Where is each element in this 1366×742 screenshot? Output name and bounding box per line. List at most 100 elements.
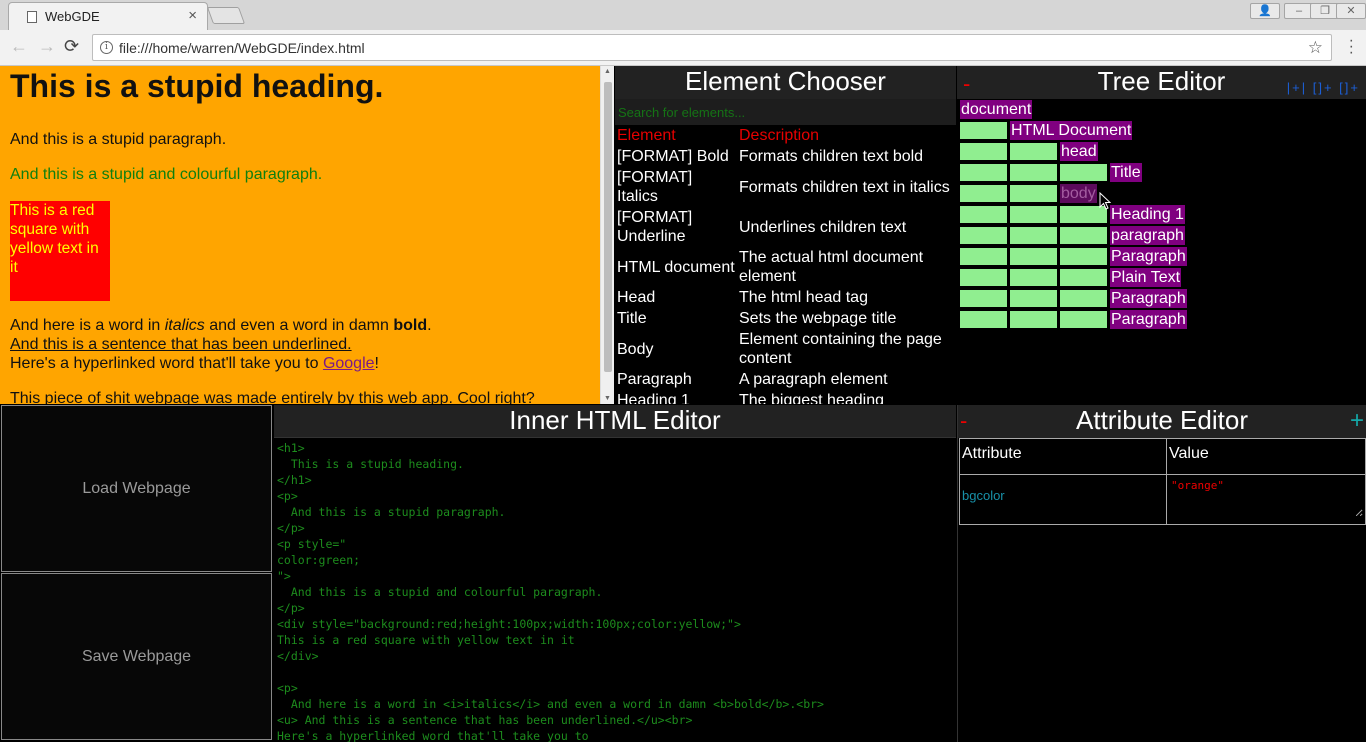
restore-icon: ❐: [1320, 5, 1330, 17]
tree-node-row[interactable]: body: [960, 183, 1366, 204]
preview-underlined: And this is a sentence that has been und…: [10, 336, 352, 353]
attribute-editor-panel: - Attribute Editor + Attribute Value bgc…: [957, 405, 1366, 742]
tree-node-label[interactable]: Title: [1110, 163, 1142, 182]
tree-node-label[interactable]: Paragraph: [1110, 310, 1187, 329]
tree-indent-block: [960, 269, 1007, 286]
close-window-button[interactable]: ✕: [1336, 3, 1366, 19]
element-row[interactable]: HTML document The actual html document el…: [615, 247, 956, 287]
tree-indent-block: [960, 206, 1007, 223]
back-button[interactable]: ←: [10, 36, 28, 57]
browser-tab[interactable]: WebGDE ×: [8, 2, 208, 31]
element-row[interactable]: Body Element containing the page content: [615, 329, 956, 369]
tree-indent-block: [1010, 269, 1057, 286]
preview-link-line: Here's a hyperlinked word that'll take y…: [10, 354, 600, 373]
element-row[interactable]: [FORMAT] Underline Underlines children te…: [615, 207, 956, 247]
bookmark-star-icon[interactable]: ☆: [1308, 38, 1323, 58]
tree-indent-block: [960, 227, 1007, 244]
preview-paragraph: And this is a stupid paragraph.: [10, 131, 227, 148]
tree-indent-block: [1060, 248, 1107, 265]
scroll-up-icon[interactable]: ▲: [604, 68, 611, 75]
reload-button[interactable]: ⟳: [64, 36, 79, 57]
tree-node-row[interactable]: head: [960, 141, 1366, 162]
text-segment: !: [374, 355, 379, 372]
tree-indent-block: [1060, 290, 1107, 307]
element-name: Title: [617, 310, 647, 327]
element-row[interactable]: Head The html head tag: [615, 287, 956, 308]
text-segment: .: [427, 317, 432, 334]
tab-strip: WebGDE × 👤 – ❐ ✕: [0, 0, 1366, 31]
scroll-thumb[interactable]: [604, 82, 612, 372]
tree-indent-block: [960, 143, 1007, 160]
add-attribute-button[interactable]: +: [1350, 405, 1364, 436]
tree-root-row[interactable]: document: [960, 99, 1366, 120]
tree-indent-block: [960, 185, 1007, 202]
tree-node-label[interactable]: head: [1060, 142, 1098, 161]
browser-menu-icon[interactable]: · · ·: [1349, 33, 1354, 61]
element-row[interactable]: [FORMAT] Bold Formats children text bold: [615, 146, 956, 167]
element-description: Element containing the page content: [739, 331, 942, 367]
url-text[interactable]: file:///home/warren/WebGDE/index.html: [119, 40, 365, 56]
tree-body: document HTML Document head Title body Headi…: [957, 99, 1366, 330]
tree-node-row[interactable]: Title: [960, 162, 1366, 183]
tree-node-row[interactable]: HTML Document: [960, 120, 1366, 141]
tree-node-row[interactable]: paragraph: [960, 225, 1366, 246]
element-row[interactable]: Paragraph A paragraph element: [615, 369, 956, 390]
attribute-value-input[interactable]: "orange": [1169, 477, 1363, 517]
google-link[interactable]: Google: [323, 355, 375, 372]
element-description: Formats children text in italics: [739, 178, 950, 196]
tree-node-label[interactable]: body: [1060, 184, 1097, 203]
save-webpage-button[interactable]: Save Webpage: [1, 573, 272, 740]
tree-indent-block: [1010, 290, 1057, 307]
tree-indent-block: [960, 290, 1007, 307]
attribute-value-cell: "orange": [1166, 474, 1366, 525]
attribute-name[interactable]: bgcolor: [959, 474, 1167, 525]
element-description: Sets the webpage title: [739, 310, 897, 327]
address-bar[interactable]: i file:///home/warren/WebGDE/index.html …: [92, 34, 1332, 61]
element-description: Formats children text bold: [739, 148, 924, 165]
tree-node-label[interactable]: paragraph: [1110, 226, 1185, 245]
tree-indent-block: [1010, 206, 1057, 223]
tree-node-row[interactable]: Plain Text: [960, 267, 1366, 288]
close-tab-icon[interactable]: ×: [188, 7, 197, 24]
scroll-down-icon[interactable]: ▼: [604, 395, 611, 402]
tree-node-label[interactable]: Paragraph: [1110, 289, 1187, 308]
tree-node-row[interactable]: Heading 1: [960, 204, 1366, 225]
tree-node-row[interactable]: Paragraph: [960, 288, 1366, 309]
tree-node-label[interactable]: HTML Document: [1010, 121, 1133, 140]
info-icon[interactable]: i: [100, 41, 113, 54]
browser-chrome: WebGDE × 👤 – ❐ ✕ ← → ⟳ i file:///home/wa…: [0, 0, 1366, 66]
profile-button[interactable]: 👤: [1250, 3, 1280, 19]
tree-node-row[interactable]: Paragraph: [960, 309, 1366, 330]
remove-node-button[interactable]: -: [963, 68, 970, 99]
element-row[interactable]: [FORMAT] Italics Formats children text in…: [615, 167, 956, 207]
element-search-input[interactable]: [615, 99, 956, 125]
tree-indent-block: [1060, 227, 1107, 244]
tree-indent-block: [1060, 269, 1107, 286]
element-row[interactable]: Heading 1 The biggest heading: [615, 390, 956, 404]
tree-indent-block: [960, 311, 1007, 328]
preview-scrollbar[interactable]: ▲ ▼: [600, 66, 614, 404]
tree-node-label[interactable]: Heading 1: [1110, 205, 1185, 224]
element-name: Body: [617, 340, 654, 358]
load-webpage-button[interactable]: Load Webpage: [1, 405, 272, 572]
preview-heading: This is a stupid heading.: [10, 68, 384, 104]
tree-indent-block: [1060, 164, 1107, 181]
mouse-cursor-icon: [1099, 192, 1111, 210]
new-tab-button[interactable]: [206, 7, 246, 24]
page-icon: [27, 11, 37, 23]
tree-indent-block: [1010, 248, 1057, 265]
tree-editor-panel: - Tree Editor |+| []+ []+ document HTML …: [957, 66, 1366, 404]
chooser-title: Element Chooser: [615, 66, 956, 99]
tree-node-label[interactable]: Paragraph: [1110, 247, 1187, 266]
tree-node-row[interactable]: Paragraph: [960, 246, 1366, 267]
tab-title: WebGDE: [45, 9, 100, 24]
preview-content: This is a stupid heading. And this is a …: [10, 66, 600, 404]
tree-node-label[interactable]: document: [960, 100, 1033, 119]
inner-html-textarea[interactable]: <h1> This is a stupid heading. </h1> <p>…: [274, 438, 956, 742]
forward-button[interactable]: →: [38, 36, 56, 57]
remove-attribute-button[interactable]: -: [960, 405, 967, 436]
attribute-editor-title: Attribute Editor: [1076, 405, 1248, 435]
tree-node-label[interactable]: Plain Text: [1110, 268, 1182, 287]
tree-indent-block: [1010, 311, 1057, 328]
element-row[interactable]: Title Sets the webpage title: [615, 308, 956, 329]
